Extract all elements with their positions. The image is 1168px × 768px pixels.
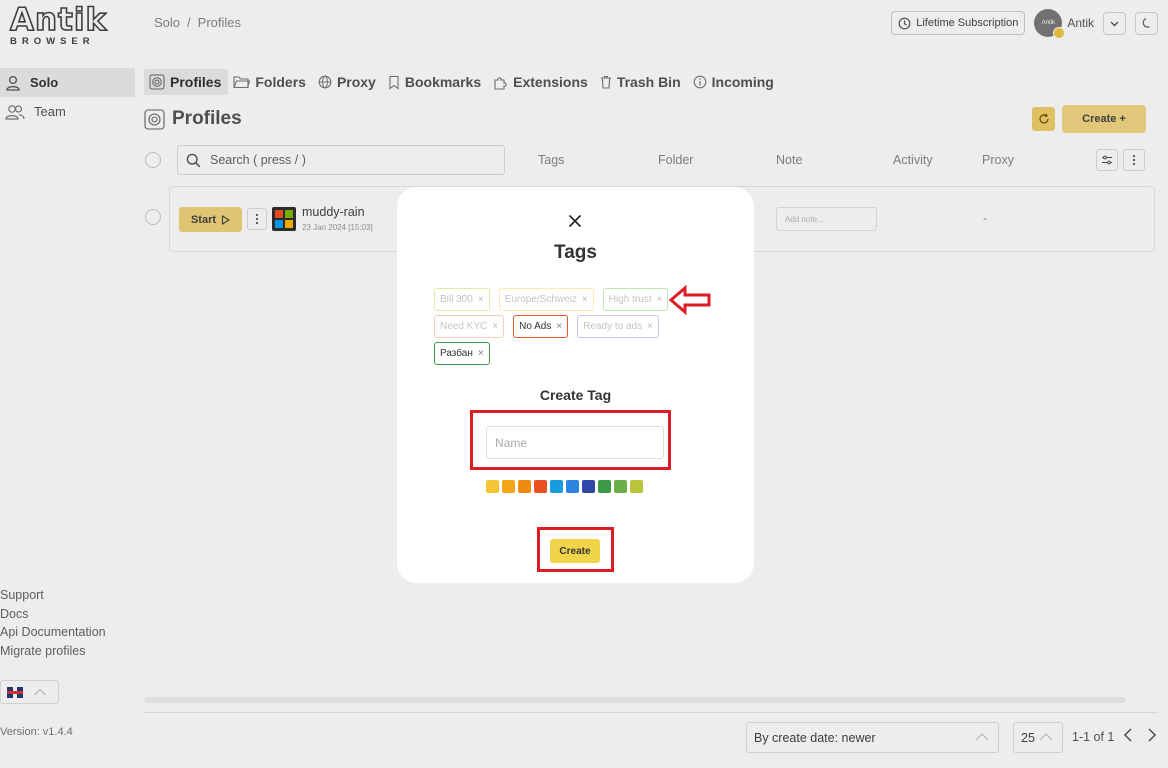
color-swatch[interactable]: [582, 480, 595, 493]
remove-tag-icon[interactable]: ×: [647, 321, 653, 332]
highlight-name-input: [470, 410, 671, 470]
color-swatch[interactable]: [550, 480, 563, 493]
color-swatch[interactable]: [502, 480, 515, 493]
tag-chip[interactable]: High trust ×: [602, 288, 669, 311]
color-picker: [486, 480, 643, 493]
highlight-create-button: [537, 527, 614, 572]
tag-chip[interactable]: Разбан ×: [434, 342, 490, 365]
tag-chip[interactable]: Europe/Schweiz ×: [498, 288, 594, 311]
color-swatch[interactable]: [630, 480, 643, 493]
color-swatch[interactable]: [534, 480, 547, 493]
color-swatch[interactable]: [566, 480, 579, 493]
create-tag-title: Create Tag: [539, 387, 612, 403]
tag-label: No Ads: [519, 321, 552, 332]
close-icon[interactable]: [567, 213, 583, 229]
tag-label: Need KYC: [440, 321, 488, 332]
tag-label: Ready to ads: [583, 321, 643, 332]
tag-label: High trust: [608, 294, 652, 305]
arrow-pointer-icon: [668, 285, 711, 315]
remove-tag-icon[interactable]: ×: [657, 294, 663, 305]
tags-modal: Tags Bill 300 × Europe/Schweiz × High trust ×…: [397, 187, 754, 583]
remove-tag-icon[interactable]: ×: [478, 294, 484, 305]
tag-list: Bill 300 × Europe/Schweiz × High trust × Need …: [434, 288, 684, 365]
tag-chip[interactable]: Bill 300 ×: [434, 288, 490, 311]
remove-tag-icon[interactable]: ×: [478, 348, 484, 359]
tag-chip[interactable]: No Ads ×: [513, 315, 569, 338]
tag-label: Bill 300: [440, 294, 473, 305]
remove-tag-icon[interactable]: ×: [556, 321, 562, 332]
tag-chip[interactable]: Ready to ads ×: [577, 315, 659, 338]
tag-label: Europe/Schweiz: [504, 294, 577, 305]
tag-label: Разбан: [440, 348, 473, 359]
remove-tag-icon[interactable]: ×: [492, 321, 498, 332]
color-swatch[interactable]: [518, 480, 531, 493]
color-swatch[interactable]: [486, 480, 499, 493]
tag-chip[interactable]: Need KYC ×: [434, 315, 505, 338]
color-swatch[interactable]: [598, 480, 611, 493]
modal-title: Tags: [554, 242, 597, 263]
remove-tag-icon[interactable]: ×: [582, 294, 588, 305]
color-swatch[interactable]: [614, 480, 627, 493]
